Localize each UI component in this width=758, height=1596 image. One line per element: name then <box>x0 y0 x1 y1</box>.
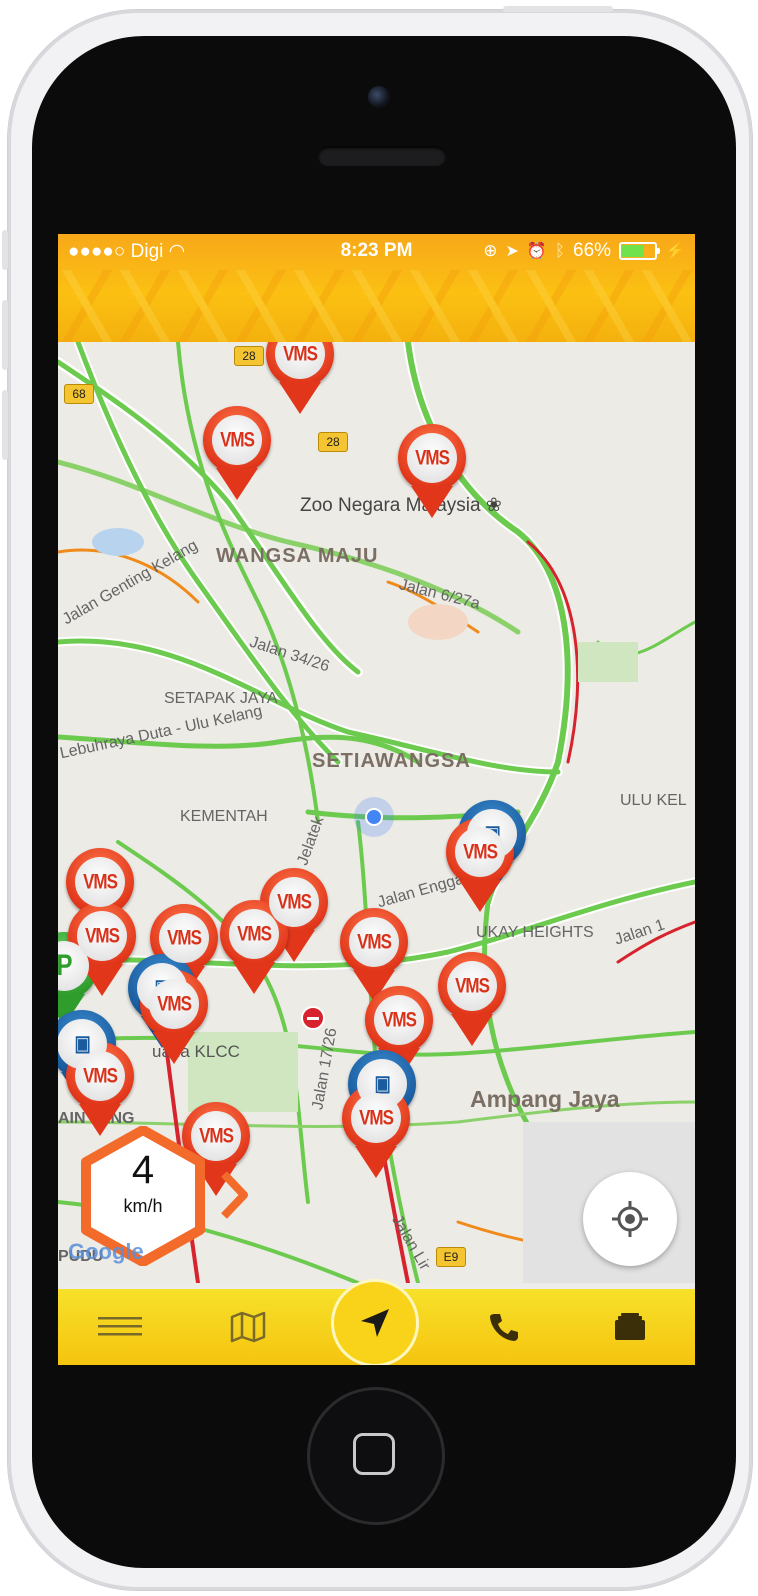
battery-icon <box>619 242 661 260</box>
volume-down-button <box>2 390 8 460</box>
map-icon <box>230 1311 266 1343</box>
speed-unit: km/h <box>123 1196 163 1216</box>
vms-marker-label: VMS <box>357 929 392 954</box>
district-label: SETIAWANGSA <box>312 750 471 772</box>
traffic-map[interactable]: 28 28 68 E9 Zoo Negara Malaysia ❀ WANGSA… <box>58 342 695 1283</box>
bluetooth-icon: ᛒ <box>554 241 566 260</box>
header-pattern <box>58 270 695 342</box>
front-camera <box>368 86 390 108</box>
tab-map[interactable] <box>224 1303 272 1351</box>
google-attribution: Google <box>68 1239 144 1264</box>
district-label: UKAY HEIGHTS <box>476 924 594 941</box>
speed-value: 4 <box>131 1148 155 1192</box>
status-right: ⊕ ➤ ⏰ ᛒ 66% ⚡ <box>483 240 685 262</box>
district-label: WANGSA MAJU <box>216 545 379 567</box>
mute-switch <box>2 230 8 270</box>
home-button[interactable] <box>310 1390 442 1522</box>
tab-menu[interactable] <box>96 1303 144 1351</box>
vms-marker-label: VMS <box>199 1123 234 1148</box>
parking-label: P <box>58 949 73 984</box>
crosshair-icon <box>612 1201 648 1237</box>
vms-marker-label: VMS <box>157 991 192 1016</box>
vms-marker[interactable]: VMS <box>266 342 334 414</box>
vms-marker-label: VMS <box>167 925 202 950</box>
alarm-icon: ⏰ <box>526 243 547 260</box>
district-label: KEMENTAH <box>180 808 268 825</box>
route-shield: 68 <box>64 384 94 404</box>
camera-icon: ▣ <box>74 1031 90 1056</box>
route-shield: E9 <box>436 1247 466 1267</box>
speed-chevron-icon <box>221 1171 248 1219</box>
my-location-button[interactable] <box>583 1172 677 1266</box>
vms-marker-label: VMS <box>85 923 120 948</box>
menu-icon <box>98 1317 142 1336</box>
charging-icon: ⚡ <box>665 243 685 260</box>
vms-marker-label: VMS <box>415 445 450 470</box>
zoo-icon: ❀ <box>485 495 502 516</box>
vms-marker-label: VMS <box>220 427 255 452</box>
app-screen: ●●●●○ Digi ◠ 8:23 PM ⊕ ➤ ⏰ ᛒ 66% ⚡ 28 28… <box>58 234 695 1365</box>
tab-wallet[interactable] <box>606 1303 654 1351</box>
vms-marker[interactable]: VMS <box>203 406 271 500</box>
tab-call[interactable] <box>480 1303 528 1351</box>
vms-marker-label: VMS <box>83 869 118 894</box>
status-bar: ●●●●○ Digi ◠ 8:23 PM ⊕ ➤ ⏰ ᛒ 66% ⚡ <box>58 234 695 342</box>
district-label: ULU KEL <box>620 792 687 809</box>
earpiece-speaker <box>318 146 446 166</box>
home-square-icon <box>353 1433 395 1475</box>
vms-marker[interactable]: VMS <box>398 424 466 518</box>
battery-percent: 66% <box>573 240 612 261</box>
vms-marker[interactable]: VMS <box>340 908 408 1002</box>
vms-marker-label: VMS <box>463 839 498 864</box>
vms-marker-label: VMS <box>237 921 272 946</box>
vms-marker-label: VMS <box>83 1063 118 1088</box>
vms-marker[interactable]: VMS <box>438 952 506 1046</box>
power-button <box>503 6 613 12</box>
rotation-lock-icon: ⊕ <box>483 241 498 260</box>
navigate-button[interactable] <box>331 1279 419 1365</box>
route-shield: 28 <box>318 432 348 452</box>
current-location-dot <box>354 797 394 837</box>
vms-marker-label: VMS <box>455 973 490 998</box>
navigation-arrow-icon <box>361 1309 389 1337</box>
briefcase-icon <box>615 1313 645 1340</box>
vms-marker-label: VMS <box>277 889 312 914</box>
location-icon: ➤ <box>505 243 519 260</box>
vms-marker-label: VMS <box>359 1105 394 1130</box>
phone-icon <box>490 1314 518 1341</box>
bottom-tab-bar <box>58 1279 695 1365</box>
volume-up-button <box>2 300 8 370</box>
road-closure-icon[interactable] <box>301 1006 325 1030</box>
district-label: Ampang Jaya <box>470 1086 620 1112</box>
route-shield: 28 <box>234 346 264 366</box>
vms-marker-label: VMS <box>382 1007 417 1032</box>
vms-marker-label: VMS <box>283 342 318 366</box>
